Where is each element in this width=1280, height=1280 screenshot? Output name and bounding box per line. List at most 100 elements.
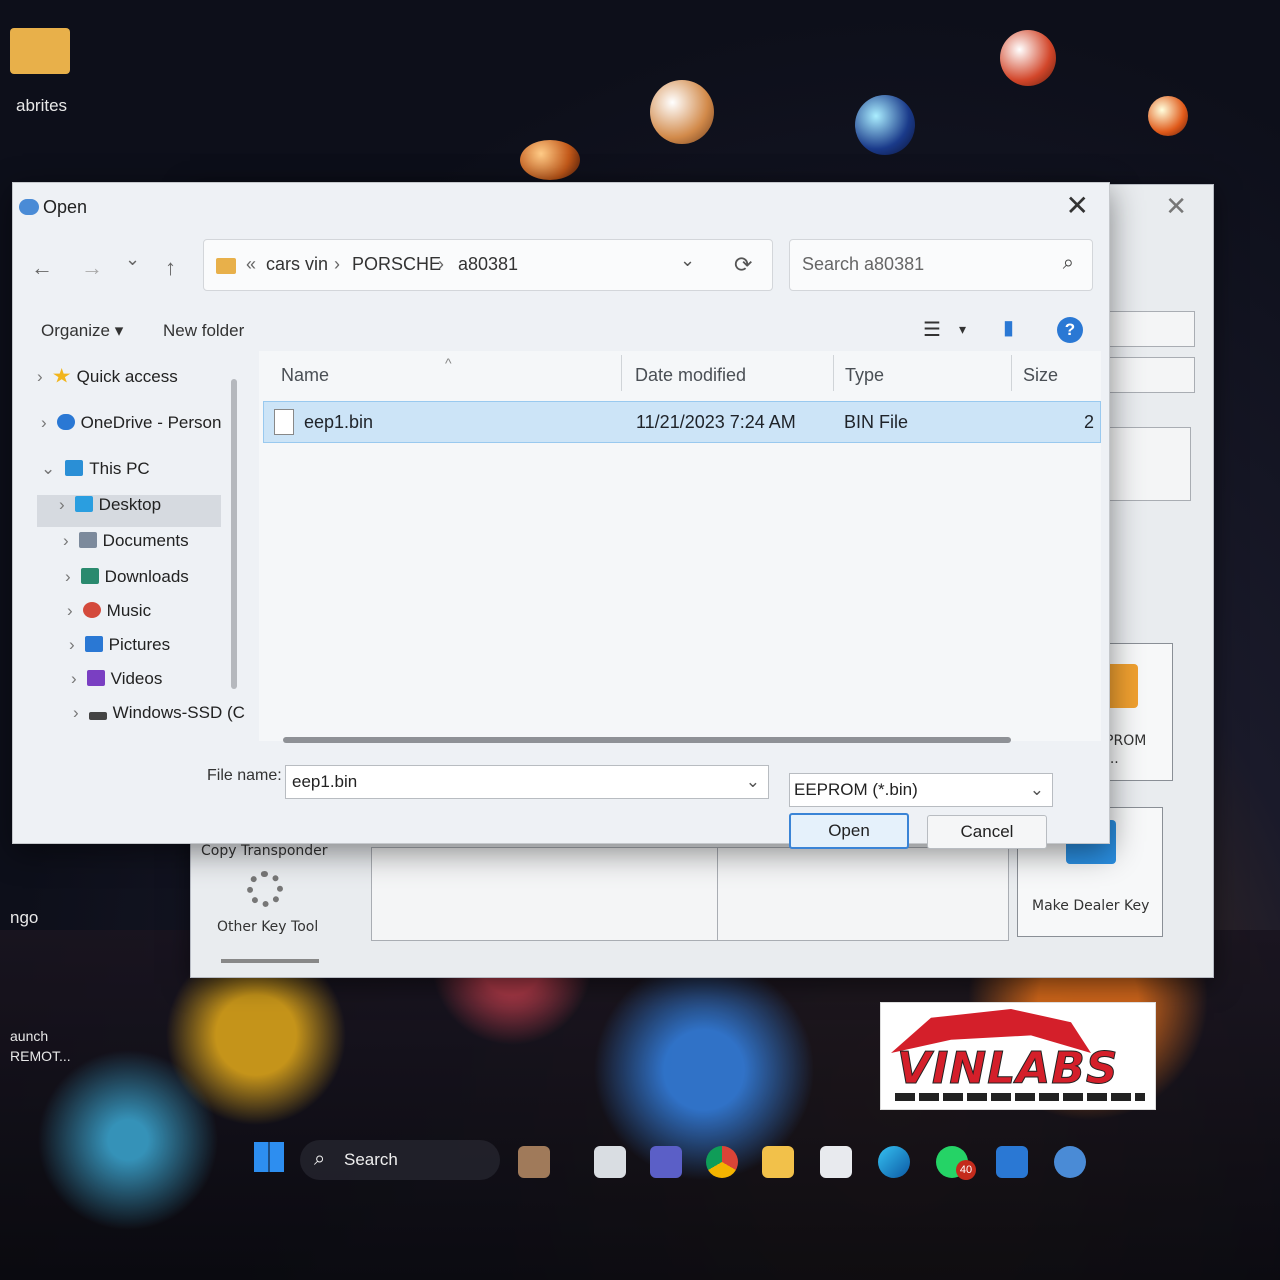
file-name-input[interactable]: eep1.bin ⌄ bbox=[285, 765, 769, 799]
divider[interactable] bbox=[621, 355, 622, 391]
sidebar-item-pictures[interactable]: › Pictures bbox=[69, 635, 170, 655]
teams-icon[interactable] bbox=[650, 1146, 682, 1178]
star-icon bbox=[53, 368, 71, 383]
tool-label: Make Dealer Key bbox=[1032, 898, 1150, 914]
wallpaper-ball bbox=[855, 95, 915, 155]
app-icon[interactable] bbox=[1054, 1146, 1086, 1178]
sidebar-item-downloads[interactable]: › Downloads bbox=[65, 567, 189, 587]
column-header-date[interactable]: Date modified bbox=[635, 365, 746, 386]
cancel-button[interactable]: Cancel bbox=[927, 815, 1047, 849]
preview-pane-icon[interactable]: ▮ bbox=[1003, 315, 1014, 340]
chevron-down-icon[interactable]: ▾ bbox=[959, 321, 966, 338]
folder-icon[interactable] bbox=[10, 28, 70, 74]
desktop-icon-label[interactable]: ngo bbox=[10, 908, 38, 928]
logo-stripes bbox=[895, 1093, 1145, 1101]
file-size: 2 bbox=[1084, 412, 1095, 432]
vinlabs-logo: VINLABS bbox=[880, 1002, 1156, 1110]
help-icon[interactable]: ? bbox=[1057, 317, 1083, 343]
cloud-icon bbox=[56, 414, 75, 430]
file-icon bbox=[274, 409, 294, 435]
forward-arrow-icon[interactable]: → bbox=[81, 255, 103, 281]
divider bbox=[717, 847, 718, 941]
store-icon[interactable] bbox=[820, 1146, 852, 1178]
pictures-icon bbox=[84, 636, 103, 652]
chevron-down-icon[interactable]: ⌄ bbox=[1030, 780, 1044, 800]
search-icon: ⌕ bbox=[314, 1148, 326, 1170]
breadcrumb-separator: › bbox=[438, 254, 444, 274]
file-row[interactable]: eep1.bin 11/21/2023 7:24 AM BIN File 2 bbox=[263, 401, 1101, 443]
open-button[interactable]: Open bbox=[789, 813, 909, 849]
dialog-title: Open bbox=[43, 197, 88, 217]
address-bar[interactable]: « cars vin › PORSCHE › a80381 ⌄ ⟳ bbox=[203, 239, 773, 291]
sidebar-item-desktop[interactable]: › Desktop bbox=[59, 495, 161, 515]
file-date: 11/21/2023 7:24 AM bbox=[636, 412, 796, 432]
widgets-icon[interactable] bbox=[518, 1146, 550, 1178]
sidebar-item-music[interactable]: › Music bbox=[67, 601, 151, 621]
app-icon[interactable] bbox=[996, 1146, 1028, 1178]
file-explorer-icon[interactable] bbox=[762, 1146, 794, 1178]
close-icon[interactable]: ✕ bbox=[1165, 191, 1187, 222]
search-input[interactable]: Search a80381 bbox=[802, 254, 924, 275]
music-icon bbox=[82, 602, 101, 618]
up-arrow-icon[interactable]: ↑ bbox=[165, 255, 176, 281]
desktop-icon-label[interactable]: REMOT... bbox=[10, 1048, 71, 1064]
tool-label[interactable]: Other Key Tool bbox=[217, 919, 318, 935]
new-folder-button[interactable]: New folder bbox=[163, 321, 244, 341]
chrome-icon[interactable] bbox=[706, 1146, 738, 1178]
folder-icon bbox=[216, 258, 236, 274]
organize-button[interactable]: Organize ▾ bbox=[41, 321, 123, 341]
close-icon[interactable]: ✕ bbox=[1066, 189, 1089, 222]
taskbar-search[interactable]: ⌕ Search bbox=[300, 1140, 500, 1180]
column-header-size[interactable]: Size bbox=[1023, 365, 1058, 386]
sidebar-item-quick-access[interactable]: › Quick access bbox=[37, 367, 178, 387]
file-list: Name ^ Date modified Type Size eep1.bin … bbox=[259, 351, 1101, 741]
search-box[interactable]: Search a80381 ⌕ bbox=[789, 239, 1093, 291]
sort-icon: ^ bbox=[445, 355, 452, 371]
edge-icon[interactable] bbox=[878, 1146, 910, 1178]
chevron-down-icon[interactable]: ⌄ bbox=[746, 772, 760, 792]
search-icon[interactable]: ⌕ bbox=[1063, 252, 1074, 275]
tool-label: Copy Transponder bbox=[201, 843, 328, 859]
divider[interactable] bbox=[833, 355, 834, 391]
desktop-icon-label[interactable]: aunch bbox=[10, 1028, 48, 1044]
wallpaper-ball bbox=[1000, 30, 1056, 86]
windows-start-icon[interactable] bbox=[254, 1142, 284, 1172]
drive-icon bbox=[88, 712, 107, 720]
view-icon[interactable]: ☰ bbox=[923, 317, 941, 342]
desktop-icon-label[interactable]: abrites bbox=[16, 96, 67, 116]
refresh-icon[interactable]: ⟳ bbox=[734, 252, 752, 278]
divider[interactable] bbox=[1011, 355, 1012, 391]
scrollbar[interactable] bbox=[283, 737, 1011, 743]
breadcrumb-overflow[interactable]: « bbox=[246, 254, 256, 275]
file-name: eep1.bin bbox=[304, 412, 374, 432]
chevron-down-icon[interactable]: ⌄ bbox=[125, 249, 140, 270]
scrollbar[interactable] bbox=[231, 379, 237, 689]
open-file-dialog: Open ✕ ← → ⌄ ↑ « cars vin › PORSCHE › a8… bbox=[12, 182, 1110, 849]
breadcrumb-a80381[interactable]: a80381 bbox=[458, 254, 518, 275]
file-type-value[interactable]: EEPROM (*.bin) bbox=[794, 780, 918, 800]
file-name-value[interactable]: eep1.bin bbox=[292, 772, 357, 792]
file-type-select[interactable]: EEPROM (*.bin) ⌄ bbox=[789, 773, 1053, 807]
breadcrumb-cars-vin[interactable]: cars vin bbox=[266, 254, 328, 275]
document-icon bbox=[78, 532, 97, 548]
chevron-down-icon[interactable]: ⌄ bbox=[680, 250, 695, 271]
column-header-name[interactable]: Name bbox=[281, 365, 329, 386]
sidebar-item-documents[interactable]: › Documents bbox=[63, 531, 189, 551]
breadcrumb-porsche[interactable]: PORSCHE bbox=[352, 254, 441, 275]
logo-text: VINLABS bbox=[897, 1043, 1119, 1095]
file-name-label: File name: bbox=[207, 767, 282, 784]
download-icon bbox=[80, 568, 99, 584]
sidebar-item-this-pc[interactable]: ⌄ This PC bbox=[41, 459, 150, 479]
sidebar-item-windows-ssd[interactable]: › Windows-SSD (C bbox=[73, 703, 245, 723]
column-header-type[interactable]: Type bbox=[845, 365, 884, 386]
notification-badge: 40 bbox=[956, 1160, 976, 1180]
breadcrumb-separator: › bbox=[334, 254, 340, 274]
file-type: BIN File bbox=[844, 412, 909, 432]
back-arrow-icon[interactable]: ← bbox=[31, 255, 53, 281]
scrollbar[interactable] bbox=[221, 959, 319, 963]
task-view-icon[interactable] bbox=[594, 1146, 626, 1178]
sidebar-item-videos[interactable]: › Videos bbox=[71, 669, 162, 689]
gear-icon[interactable] bbox=[247, 871, 283, 907]
wallpaper-ball bbox=[520, 140, 580, 180]
sidebar-item-onedrive[interactable]: › OneDrive - Person bbox=[41, 413, 221, 433]
